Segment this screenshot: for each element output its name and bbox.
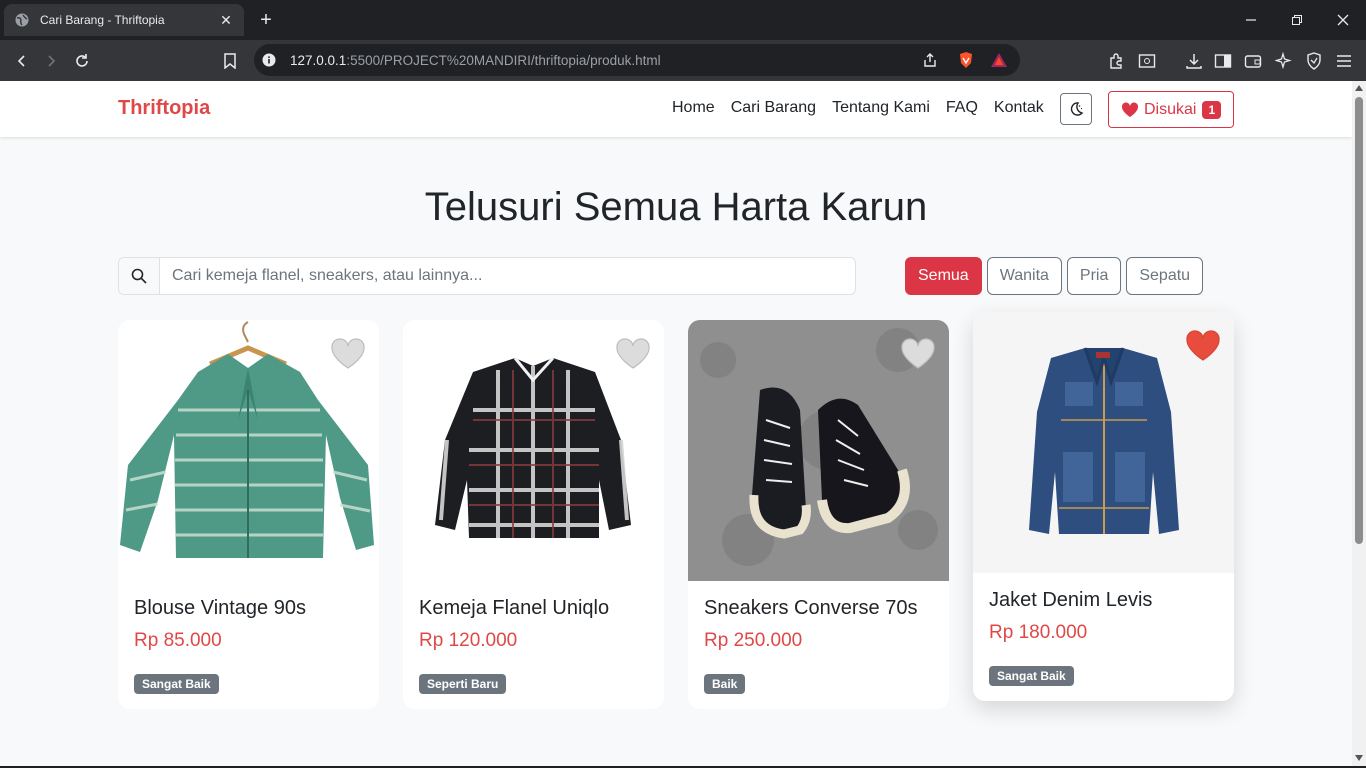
search-icon bbox=[119, 258, 160, 294]
browser-tabbar: Cari Barang - Thriftopia ✕ + bbox=[0, 0, 1366, 40]
download-icon[interactable] bbox=[1181, 48, 1207, 74]
filter-semua-button[interactable]: Semua bbox=[905, 257, 982, 295]
product-name: Kemeja Flanel Uniqlo bbox=[419, 597, 610, 619]
liked-label: Disukai bbox=[1144, 100, 1197, 118]
condition-badge: Seperti Baru bbox=[419, 674, 507, 694]
extensions-icon[interactable] bbox=[1104, 48, 1130, 74]
product-price: Rp 85.000 bbox=[134, 630, 222, 651]
sidebar-icon[interactable] bbox=[1210, 48, 1236, 74]
moon-stars-icon bbox=[1070, 102, 1084, 116]
product-price: Rp 250.000 bbox=[704, 630, 803, 651]
liked-count-badge: 1 bbox=[1202, 100, 1222, 119]
tab-close-icon[interactable]: ✕ bbox=[218, 12, 234, 28]
favorite-heart-icon[interactable] bbox=[901, 338, 935, 370]
filter-wanita-button[interactable]: Wanita bbox=[986, 257, 1062, 295]
liked-button[interactable]: Disukai 1 bbox=[1108, 91, 1234, 128]
bookmark-icon[interactable] bbox=[217, 48, 243, 74]
site-navbar: Thriftopia Home Cari Barang Tentang Kami… bbox=[0, 81, 1352, 137]
vpn-icon[interactable] bbox=[1301, 48, 1327, 74]
leo-ai-icon[interactable] bbox=[1271, 48, 1297, 74]
page-title: Telusuri Semua Harta Karun bbox=[424, 185, 928, 229]
globe-icon bbox=[15, 13, 29, 27]
brand-logo[interactable]: Thriftopia bbox=[118, 97, 210, 120]
favorite-heart-icon[interactable] bbox=[616, 338, 650, 370]
url-text: 127.0.0.1:5500/PROJECT%20MANDIRI/thrifto… bbox=[290, 52, 661, 68]
product-price: Rp 180.000 bbox=[989, 622, 1088, 643]
brave-shield-icon[interactable] bbox=[957, 51, 975, 69]
brave-rewards-icon[interactable] bbox=[990, 52, 1008, 68]
filter-pria-button[interactable]: Pria bbox=[1066, 257, 1122, 295]
minimize-icon[interactable] bbox=[1228, 0, 1274, 40]
browser-tab[interactable]: Cari Barang - Thriftopia ✕ bbox=[4, 4, 244, 36]
nav-link-home[interactable]: Home bbox=[672, 99, 715, 117]
new-tab-icon[interactable]: + bbox=[256, 10, 276, 30]
product-price: Rp 120.000 bbox=[419, 630, 518, 651]
product-name: Jaket Denim Levis bbox=[989, 589, 1153, 611]
wallet-icon[interactable] bbox=[1240, 48, 1266, 74]
page-scrollbar[interactable] bbox=[1352, 81, 1366, 766]
product-card[interactable]: Jaket Denim Levis Rp 180.000 Sangat Baik bbox=[973, 312, 1234, 701]
reader-icon[interactable] bbox=[1134, 48, 1160, 74]
search-input[interactable] bbox=[160, 258, 855, 294]
search-bar bbox=[118, 257, 856, 295]
nav-link-cari-barang[interactable]: Cari Barang bbox=[731, 99, 816, 117]
category-filters: Semua Wanita Pria Sepatu bbox=[905, 257, 1208, 295]
nav-link-kontak[interactable]: Kontak bbox=[994, 99, 1044, 117]
nav-link-tentang-kami[interactable]: Tentang Kami bbox=[832, 99, 930, 117]
menu-icon[interactable] bbox=[1331, 48, 1357, 74]
favorite-heart-icon[interactable] bbox=[1186, 330, 1220, 362]
product-name: Blouse Vintage 90s bbox=[134, 597, 306, 619]
scrollbar-thumb[interactable] bbox=[1355, 97, 1363, 544]
theme-toggle-button[interactable] bbox=[1060, 93, 1092, 125]
tab-title: Cari Barang - Thriftopia bbox=[40, 13, 165, 27]
product-card[interactable]: Kemeja Flanel Uniqlo Rp 120.000 Seperti … bbox=[403, 320, 664, 709]
condition-badge: Sangat Baik bbox=[989, 666, 1074, 686]
product-name: Sneakers Converse 70s bbox=[704, 597, 918, 619]
forward-icon[interactable] bbox=[38, 48, 64, 74]
nav-link-faq[interactable]: FAQ bbox=[946, 99, 978, 117]
product-card[interactable]: Blouse Vintage 90s Rp 85.000 Sangat Baik bbox=[118, 320, 379, 709]
close-window-icon[interactable] bbox=[1320, 0, 1366, 40]
page-viewport: Thriftopia Home Cari Barang Tentang Kami… bbox=[0, 81, 1352, 766]
back-icon[interactable] bbox=[9, 48, 35, 74]
address-bar[interactable]: 127.0.0.1:5500/PROJECT%20MANDIRI/thrifto… bbox=[254, 44, 1020, 76]
site-info-icon[interactable] bbox=[262, 53, 276, 67]
restore-icon[interactable] bbox=[1274, 0, 1320, 40]
nav-links: Home Cari Barang Tentang Kami FAQ Kontak bbox=[672, 99, 1060, 117]
product-card[interactable]: Sneakers Converse 70s Rp 250.000 Baik bbox=[688, 320, 949, 709]
reload-icon[interactable] bbox=[69, 48, 95, 74]
filter-sepatu-button[interactable]: Sepatu bbox=[1126, 257, 1204, 295]
scroll-down-icon[interactable] bbox=[1355, 755, 1363, 761]
favorite-heart-icon[interactable] bbox=[331, 338, 365, 370]
condition-badge: Baik bbox=[704, 674, 746, 694]
browser-toolbar: 127.0.0.1:5500/PROJECT%20MANDIRI/thrifto… bbox=[0, 40, 1366, 81]
condition-badge: Sangat Baik bbox=[134, 674, 219, 694]
scroll-up-icon[interactable] bbox=[1355, 85, 1363, 91]
share-icon[interactable] bbox=[922, 52, 938, 68]
heart-icon bbox=[1121, 101, 1139, 117]
